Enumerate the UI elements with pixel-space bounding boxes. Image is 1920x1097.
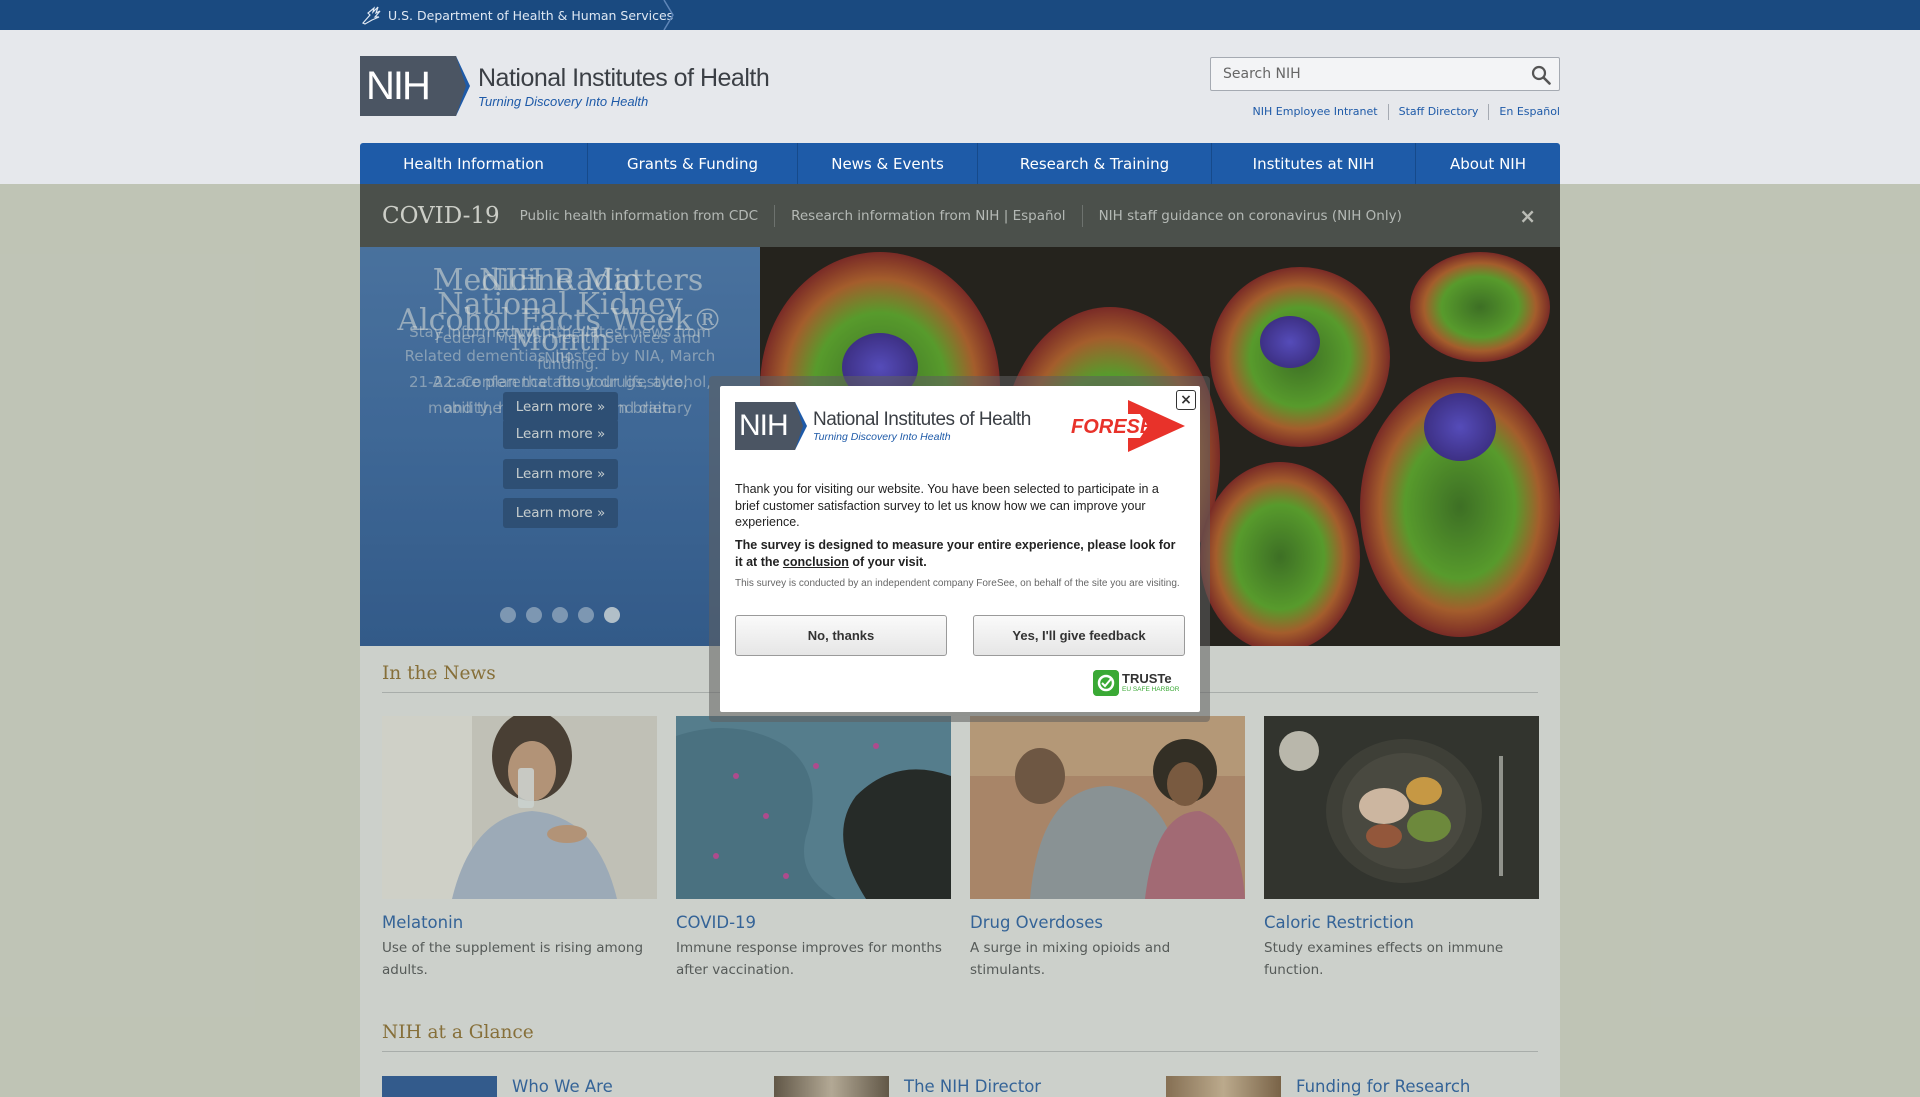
covid-staff-link[interactable]: NIH staff guidance on coronavirus (NIH O…: [1081, 204, 1418, 227]
modal-intro-text: Thank you for visiting our website. You …: [735, 482, 1159, 529]
modal-logo-title: National Institutes of Health: [813, 409, 1031, 430]
hhs-chevron-icon: [663, 0, 674, 30]
news-image-melatonin[interactable]: [382, 711, 657, 899]
give-feedback-button[interactable]: Yes, I'll give feedback: [973, 615, 1185, 656]
nih-logo-mark: NIH: [360, 56, 470, 116]
carousel-dot-3[interactable]: [552, 607, 568, 623]
slide-title: Alcohol Facts Week®: [397, 303, 723, 338]
utility-links: NIH Employee Intranet Staff Directory En…: [1243, 104, 1560, 120]
nih-logo-title: National Institutes of Health: [478, 63, 770, 92]
news-desc-melatonin: Use of the supplement is rising among ad…: [382, 940, 644, 978]
covid-cdc-link[interactable]: Public health information from CDC: [520, 205, 774, 227]
learn-more-button[interactable]: Learn more »: [503, 419, 618, 449]
nav-institutes[interactable]: Institutes at NIH: [1212, 143, 1416, 184]
glance-item-funding[interactable]: Funding for Research: [1166, 1076, 1470, 1097]
foresee-brand: FORESEE: [1071, 416, 1167, 438]
modal-nih-logo-mark: NIH: [735, 402, 807, 450]
news-card-covid: COVID-19 Immune response improves for mo…: [676, 716, 951, 981]
search-input[interactable]: [1211, 58, 1521, 90]
modal-logo-abbrev: NIH: [739, 409, 789, 442]
covid-title: COVID-19: [382, 202, 500, 229]
covid-research-link[interactable]: Research information from NIH | Español: [774, 204, 1081, 227]
learn-more-button[interactable]: Learn more »: [503, 459, 618, 489]
glance-section-rule: [382, 1051, 1538, 1052]
employee-intranet-link[interactable]: NIH Employee Intranet: [1243, 104, 1388, 120]
modal-disclaimer: This survey is conducted by an independe…: [735, 578, 1180, 589]
glance-item-who-we-are[interactable]: Who We Are: [382, 1076, 613, 1097]
truste-sub: EU SAFE HARBOR: [1122, 686, 1180, 693]
glance-section-title: NIH at a Glance: [382, 1022, 534, 1043]
learn-more-button[interactable]: Learn more »: [503, 498, 618, 528]
search-icon[interactable]: [1531, 65, 1551, 85]
glance-title[interactable]: Who We Are: [512, 1077, 613, 1097]
main-nav: Health Information Grants & Funding News…: [360, 143, 1560, 184]
search-box: [1210, 57, 1560, 91]
nih-logo-abbrev: NIH: [366, 63, 431, 108]
hhs-label: U.S. Department of Health & Human Servic…: [388, 7, 674, 23]
news-image-caloric-restriction[interactable]: [1264, 716, 1539, 899]
news-title-caloric-restriction[interactable]: Caloric Restriction: [1264, 913, 1539, 932]
news-desc-drug-overdoses: A surge in mixing opioids and stimulants…: [970, 940, 1171, 978]
modal-survey-text: The survey is designed to measure your e…: [735, 537, 1185, 570]
site-header: NIH National Institutes of Health Turnin…: [0, 30, 1920, 184]
news-title-covid[interactable]: COVID-19: [676, 913, 951, 932]
nav-research-training[interactable]: Research & Training: [978, 143, 1212, 184]
no-thanks-button[interactable]: No, thanks: [735, 615, 947, 656]
carousel-dot-2[interactable]: [526, 607, 542, 623]
news-title-drug-overdoses[interactable]: Drug Overdoses: [970, 913, 1245, 932]
glance-thumb: [774, 1076, 889, 1097]
staff-directory-link[interactable]: Staff Directory: [1387, 104, 1489, 120]
carousel-text-panel: NIH Radio Stay informed with the latest …: [360, 247, 760, 646]
modal-logo-tagline: Turning Discovery Into Health: [813, 431, 951, 443]
glance-title[interactable]: Funding for Research: [1296, 1077, 1470, 1097]
truste-name: TRUSTe: [1122, 671, 1172, 686]
glance-item-director[interactable]: The NIH Director: [774, 1076, 1041, 1097]
news-desc-caloric-restriction: Study examines effects on immune functio…: [1264, 940, 1504, 978]
news-title-melatonin[interactable]: Melatonin: [382, 913, 657, 932]
news-image-drug-overdoses[interactable]: [970, 716, 1245, 899]
carousel-dot-5[interactable]: [604, 607, 620, 623]
nih-logo-tagline: Turning Discovery Into Health: [478, 93, 649, 109]
espanol-link[interactable]: En Español: [1488, 104, 1560, 120]
covid-banner: COVID-19 Public health information from …: [360, 184, 1560, 247]
covid-close-icon[interactable]: ×: [1519, 204, 1536, 228]
glance-title[interactable]: The NIH Director: [904, 1077, 1041, 1097]
modal-conclusion-word: conclusion: [782, 554, 849, 569]
hhs-eagle-icon: [362, 6, 381, 25]
news-section-title: In the News: [382, 663, 496, 684]
modal-nih-logo: NIH National Institutes of Health Turnin…: [735, 402, 1031, 450]
nav-grants-funding[interactable]: Grants & Funding: [588, 143, 798, 184]
carousel-dot-4[interactable]: [578, 607, 594, 623]
carousel-dot-1[interactable]: [500, 607, 516, 623]
hhs-link[interactable]: U.S. Department of Health & Human Servic…: [360, 0, 673, 30]
foresee-logo: FORESEE: [1070, 400, 1185, 452]
hhs-bar: U.S. Department of Health & Human Servic…: [0, 0, 1920, 30]
glance-thumb: [382, 1076, 497, 1097]
nih-logo[interactable]: NIH National Institutes of Health Turnin…: [360, 56, 770, 116]
news-desc-covid: Immune response improves for months afte…: [676, 940, 942, 978]
nav-about[interactable]: About NIH: [1416, 143, 1560, 184]
survey-modal: × NIH National Institutes of Health Turn…: [720, 386, 1200, 712]
glance-thumb: [1166, 1076, 1281, 1097]
truste-badge[interactable]: TRUSTe EU SAFE HARBOR: [1093, 668, 1187, 698]
news-card-drug-overdoses: Drug Overdoses A surge in mixing opioids…: [970, 716, 1245, 981]
news-image-covid[interactable]: [676, 716, 951, 899]
news-card-melatonin: Melatonin Use of the supplement is risin…: [382, 711, 657, 981]
modal-survey-text-end: of your visit.: [848, 554, 927, 569]
learn-more-button[interactable]: Learn more »: [503, 392, 618, 422]
truste-shield-icon: [1093, 670, 1119, 696]
nav-news-events[interactable]: News & Events: [798, 143, 978, 184]
nav-health-information[interactable]: Health Information: [360, 143, 588, 184]
carousel-dots: [500, 607, 630, 623]
news-card-caloric-restriction: Caloric Restriction Study examines effec…: [1264, 716, 1539, 981]
